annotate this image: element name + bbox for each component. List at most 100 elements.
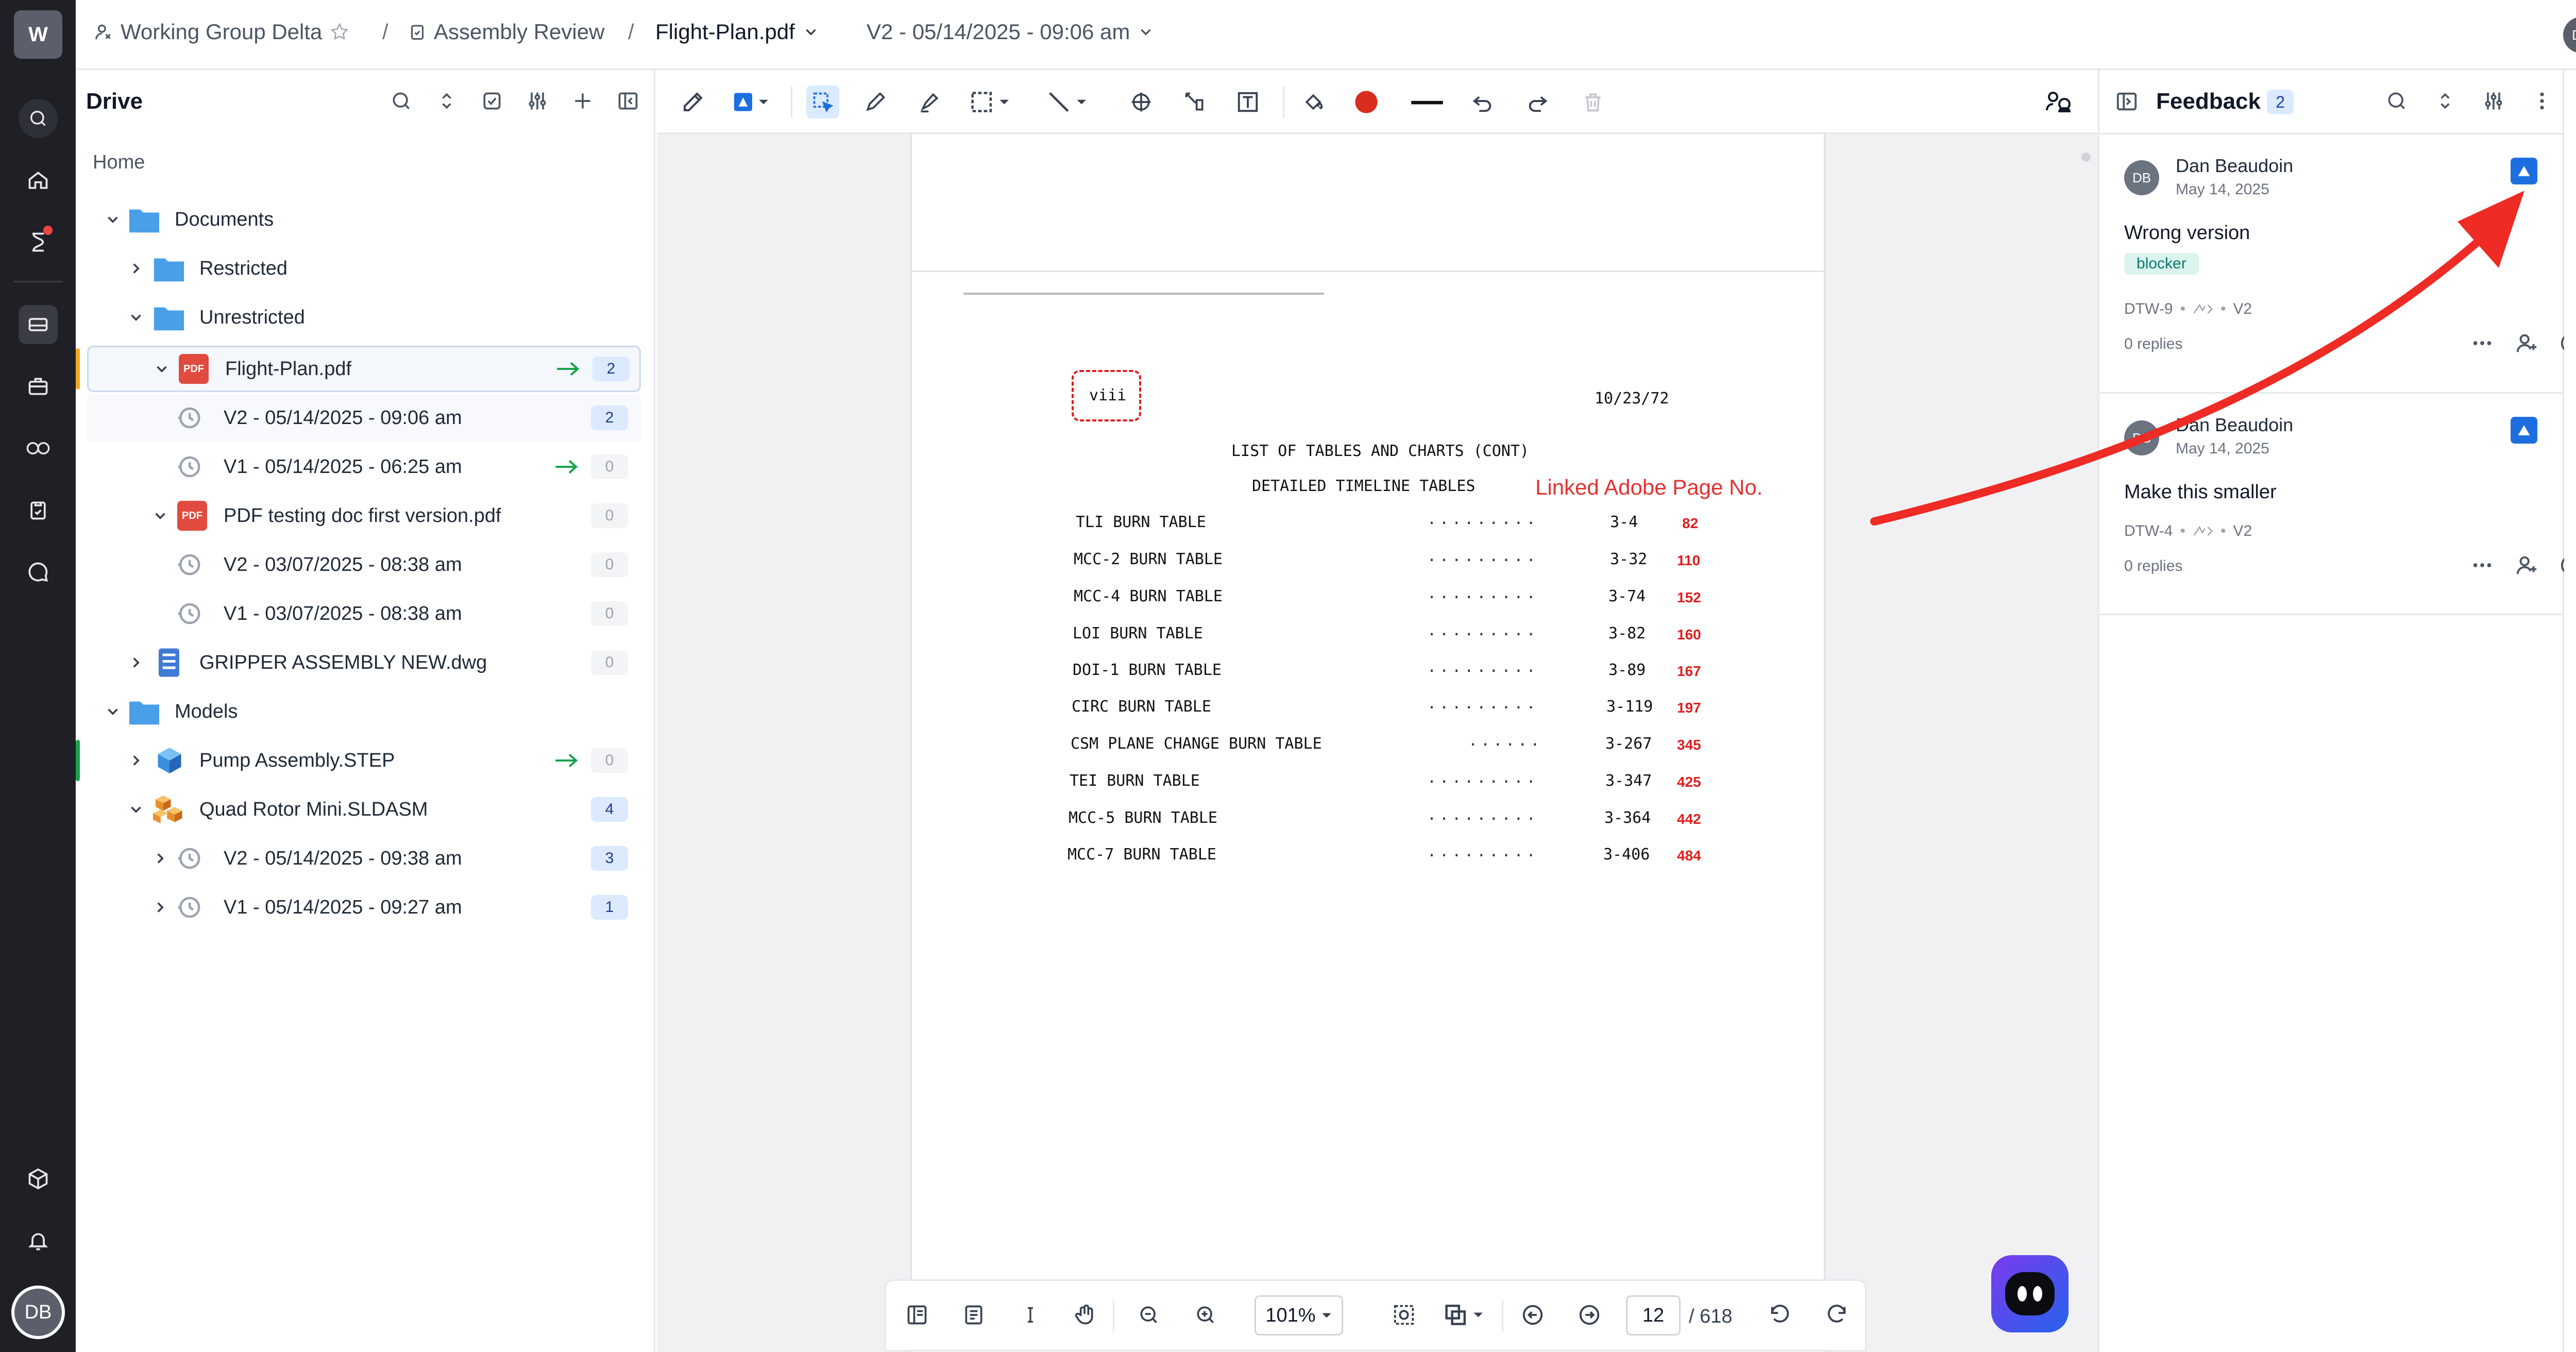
pencil-icon[interactable]	[859, 86, 892, 119]
filter-sliders-icon[interactable]	[2482, 90, 2505, 112]
chevron-right-icon[interactable]	[151, 850, 169, 867]
stroke-color-swatch[interactable]	[1350, 86, 1383, 119]
tree-folder-models[interactable]: Models	[76, 688, 655, 735]
zoom-select[interactable]: 101%	[1255, 1295, 1343, 1336]
tree-file-gripper[interactable]: GRIPPER ASSEMBLY NEW.dwg 0	[76, 639, 655, 686]
tree-folder-restricted[interactable]: Restricted	[76, 245, 655, 292]
count-badge: 3	[591, 846, 628, 871]
breadcrumb-home[interactable]: Home	[93, 151, 145, 174]
zoom-in-icon[interactable]	[1190, 1299, 1221, 1330]
workspace-logo[interactable]: W	[14, 10, 62, 59]
bell-icon[interactable]	[19, 1221, 58, 1260]
sort-icon[interactable]	[435, 90, 458, 112]
breadcrumb-separator: /	[628, 20, 634, 44]
chevron-down-icon[interactable]	[104, 703, 122, 720]
page-number-input[interactable]: 12	[1626, 1295, 1681, 1336]
edit-pen-icon[interactable]	[676, 86, 709, 119]
collaborator-avatar[interactable]: DB	[2563, 17, 2576, 53]
folder-icon	[154, 307, 184, 331]
drive-icon[interactable]	[19, 305, 58, 344]
tree-version-v2-pdf-testing[interactable]: V2 - 03/07/2025 - 08:38 am 0	[76, 542, 655, 588]
zoom-out-icon[interactable]	[1133, 1299, 1164, 1330]
plus-icon[interactable]	[571, 90, 594, 112]
text-box-icon[interactable]	[1231, 86, 1264, 119]
measure-icon[interactable]	[1178, 86, 1211, 119]
tree-version-v1-pdf-testing[interactable]: V1 - 03/07/2025 - 08:38 am 0	[76, 590, 655, 637]
search-icon[interactable]	[390, 90, 413, 112]
document-outline-icon[interactable]	[958, 1299, 989, 1330]
page-total: / 618	[1689, 1306, 1733, 1327]
count-badge: 0	[591, 454, 628, 479]
chevron-right-icon[interactable]	[127, 654, 145, 671]
chevron-down-icon[interactable]	[127, 309, 145, 326]
search-icon[interactable]	[2385, 90, 2408, 112]
chevron-right-icon[interactable]	[151, 899, 169, 916]
redo-icon[interactable]	[1521, 86, 1554, 119]
undo-icon[interactable]	[1466, 86, 1499, 119]
tasks-icon[interactable]	[19, 223, 58, 262]
user-avatar[interactable]: DB	[11, 1286, 65, 1339]
chevron-right-icon[interactable]	[127, 260, 145, 277]
breadcrumb-project[interactable]: Assembly Review	[408, 20, 604, 44]
tree-file-flight-plan[interactable]: PDF Flight-Plan.pdf 2	[87, 346, 641, 392]
filter-sliders-icon[interactable]	[526, 90, 549, 112]
toolbar-divider	[791, 87, 792, 117]
ai-assistant-button[interactable]	[1991, 1255, 2069, 1332]
assign-user-icon[interactable]	[2515, 553, 2538, 577]
sort-icon[interactable]	[2434, 90, 2456, 112]
clipboard-icon[interactable]	[19, 491, 58, 530]
more-vertical-icon[interactable]	[2531, 90, 2553, 112]
scroll-thumb[interactable]	[2081, 153, 2091, 162]
home-icon[interactable]	[19, 161, 58, 200]
tree-version-v2-quad-rotor[interactable]: V2 - 05/14/2025 - 09:38 am 3	[76, 835, 655, 882]
stamp-tool-icon[interactable]	[729, 86, 775, 119]
tree-folder-unrestricted[interactable]: Unrestricted	[76, 294, 655, 341]
chevron-down-icon[interactable]	[153, 360, 171, 378]
rotate-right-icon[interactable]	[1821, 1299, 1852, 1330]
stroke-width-icon[interactable]	[1406, 86, 1448, 119]
tree-version-v1[interactable]: V1 - 05/14/2025 - 06:25 am 0	[76, 444, 655, 490]
sidebar-toggle-icon[interactable]	[902, 1299, 933, 1330]
breadcrumb-file[interactable]: Flight-Plan.pdf	[655, 20, 820, 44]
reply-count[interactable]: 0 replies	[2124, 557, 2182, 575]
tree-file-pdf-testing[interactable]: PDF PDF testing doc first version.pdf 0	[76, 493, 655, 539]
text-cursor-icon[interactable]	[1015, 1299, 1046, 1330]
integrations-icon[interactable]	[19, 429, 58, 468]
delete-icon[interactable]	[1577, 86, 1609, 119]
select-checkbox-icon[interactable]	[481, 90, 503, 112]
chevron-right-icon[interactable]	[127, 752, 145, 769]
tree-version-v1-quad-rotor[interactable]: V1 - 05/14/2025 - 09:27 am 1	[76, 884, 655, 931]
chat-icon[interactable]	[19, 552, 58, 592]
version-selector[interactable]: V2 - 05/14/2025 - 09:06 am	[867, 20, 1155, 44]
chevron-down-icon[interactable]	[104, 211, 122, 228]
tree-version-v2[interactable]: V2 - 05/14/2025 - 09:06 am 2	[87, 395, 641, 441]
crosshair-icon[interactable]	[1125, 86, 1158, 119]
breadcrumb-workspace[interactable]: Working Group Delta	[94, 20, 350, 44]
tree-file-pump-assembly[interactable]: Pump Assembly.STEP 0	[76, 737, 655, 784]
line-tool-icon[interactable]	[1043, 86, 1095, 119]
tree-file-quad-rotor[interactable]: Quad Rotor Mini.SLDASM 4	[76, 786, 655, 833]
more-horizontal-icon[interactable]	[2470, 553, 2494, 577]
stamp-annotation[interactable]: viii	[1072, 370, 1141, 421]
shape-tool-icon[interactable]	[966, 86, 1018, 119]
next-page-icon[interactable]	[1574, 1299, 1605, 1330]
select-tool-icon[interactable]	[806, 86, 839, 119]
user-settings-icon[interactable]	[2043, 86, 2076, 119]
previous-page-icon[interactable]	[1517, 1299, 1548, 1330]
compare-icon[interactable]	[1440, 1299, 1492, 1330]
search-icon[interactable]	[19, 99, 58, 138]
collapse-panel-icon[interactable]	[2115, 90, 2139, 113]
star-icon[interactable]	[329, 22, 350, 42]
pan-hand-icon[interactable]	[1069, 1299, 1100, 1330]
fit-page-icon[interactable]	[1388, 1299, 1419, 1330]
collapse-panel-icon[interactable]	[617, 90, 639, 112]
chevron-down-icon[interactable]	[151, 507, 169, 525]
highlighter-icon[interactable]	[913, 86, 946, 119]
briefcase-icon[interactable]	[19, 367, 58, 406]
user-icon	[95, 24, 111, 40]
tree-folder-documents[interactable]: Documents	[76, 196, 655, 243]
chevron-down-icon[interactable]	[127, 801, 145, 818]
rotate-left-icon[interactable]	[1765, 1299, 1795, 1330]
fill-color-icon[interactable]	[1297, 86, 1330, 119]
package-icon[interactable]	[19, 1159, 58, 1198]
